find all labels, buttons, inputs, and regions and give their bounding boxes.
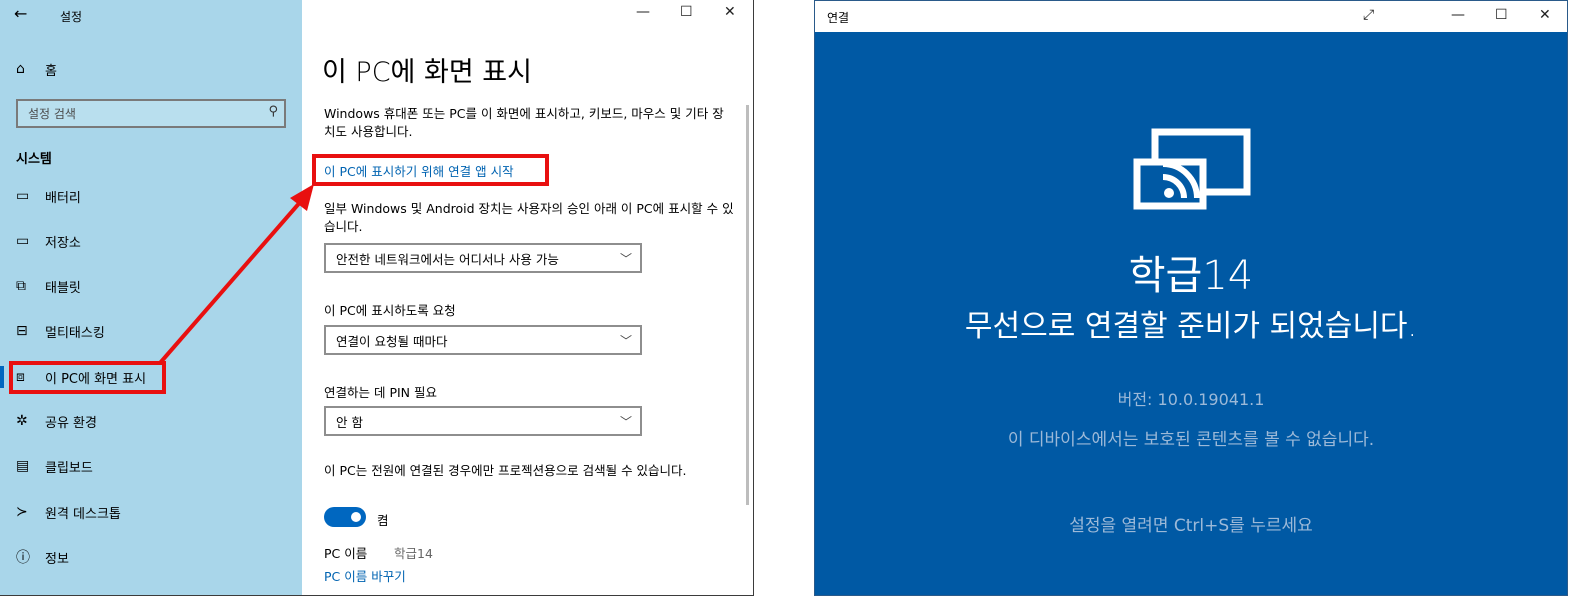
connect-title-bar: 연결 ⤢ — ☐ ✕ [815, 1, 1567, 32]
minimize-button[interactable]: — [1451, 7, 1465, 23]
protected-content-notice: 이 디바이스에서는 보호된 콘텐츠를 볼 수 없습니다. [1007, 430, 1375, 450]
settings-shortcut-hint: 설정을 열려면 Ctrl+S를 누르세요 [1069, 516, 1313, 536]
settings-window: ← 설정 ⌂ 홈 ⚲ 시스템 ▭ 배터리 ▭ 저장소 ⧉ 태블릿 ⊟ 멀티태스킹 [0, 0, 754, 596]
window-title: 연결 [827, 11, 850, 25]
connect-window: 연결 ⤢ — ☐ ✕ 학급14 무선으로 연결할 준비가 되었습니다. 버전: … [814, 0, 1568, 596]
wireless-display-icon [1133, 128, 1251, 210]
ready-message: 무선으로 연결할 준비가 되었습니다. [964, 309, 1418, 344]
red-arrow [158, 184, 314, 365]
version-text: 버전: 10.0.19041.1 [1117, 390, 1265, 409]
maximize-button[interactable]: ☐ [1495, 7, 1508, 23]
device-name: 학급14 [1128, 253, 1254, 299]
expand-button[interactable]: ⤢ [1363, 7, 1374, 23]
close-button[interactable]: ✕ [1539, 7, 1551, 23]
